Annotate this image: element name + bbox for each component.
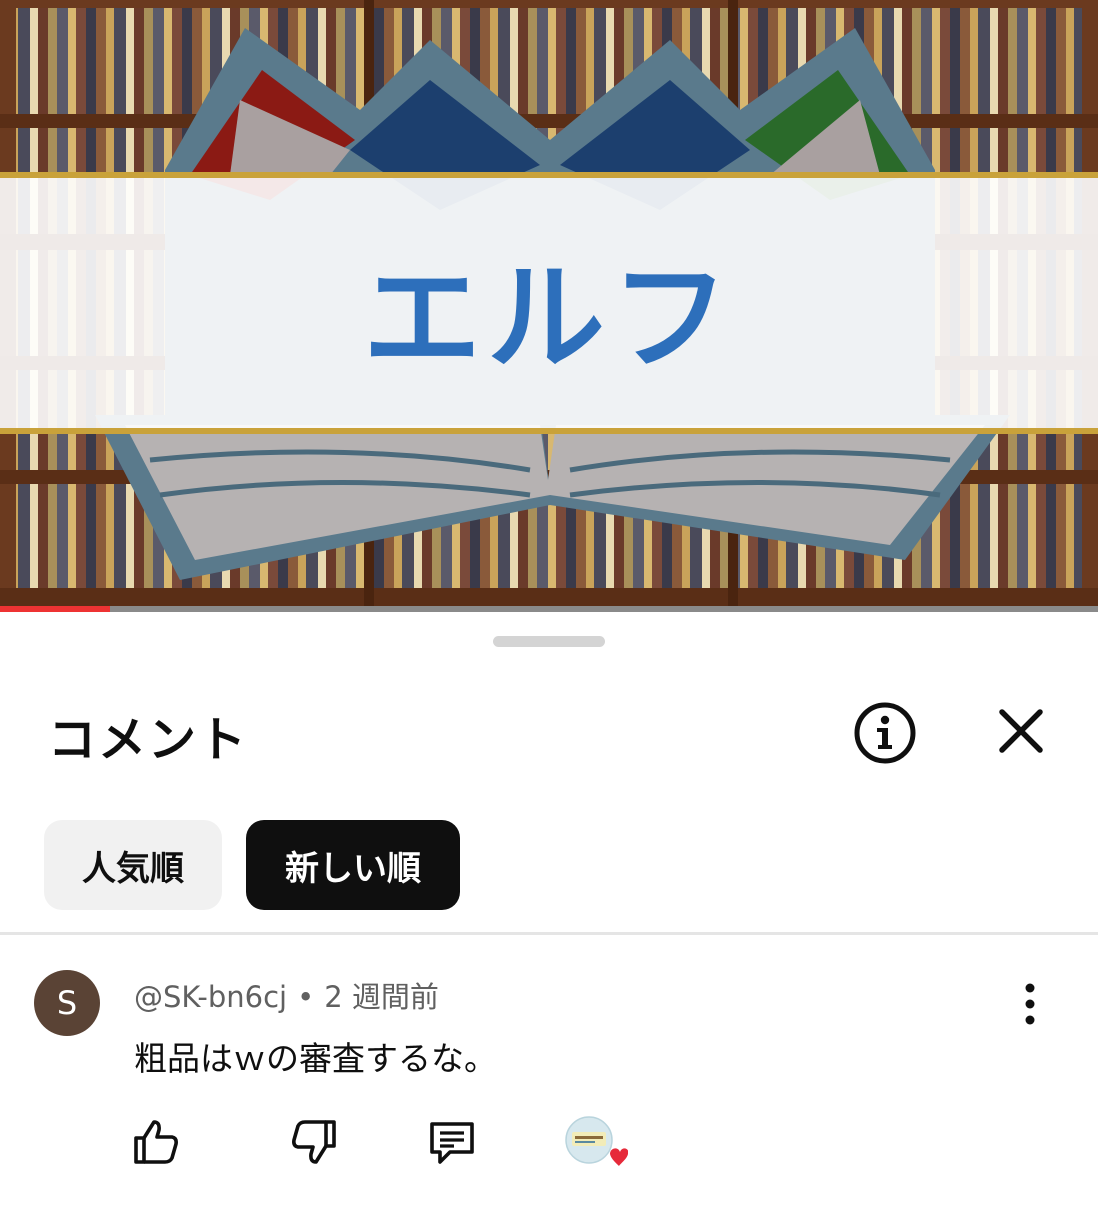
creator-heart-icon xyxy=(565,1116,629,1166)
reply-icon xyxy=(430,1122,474,1164)
comment-meta: @SK-bn6cj • 2 週間前 xyxy=(134,974,439,1016)
info-button[interactable] xyxy=(852,700,918,766)
video-progress-bar[interactable] xyxy=(0,606,1098,612)
title-banner: エルフ xyxy=(0,172,1098,434)
comment-author[interactable]: @SK-bn6cj xyxy=(134,980,287,1014)
more-vert-icon xyxy=(1025,983,1035,1025)
comment-time: 2 週間前 xyxy=(324,980,439,1014)
thumbs-up-icon xyxy=(134,1120,178,1164)
video-player[interactable]: エルフ xyxy=(0,0,1098,612)
like-button[interactable] xyxy=(130,1116,182,1168)
creator-heart-badge[interactable] xyxy=(564,1114,629,1172)
video-progress-fill xyxy=(0,606,110,612)
reply-button[interactable] xyxy=(426,1116,478,1168)
avatar[interactable]: S xyxy=(34,970,100,1036)
comment-more-button[interactable] xyxy=(1012,980,1048,1028)
header-divider xyxy=(0,932,1098,935)
info-icon xyxy=(854,702,916,764)
comments-sheet: コメント 人気順 新しい順 S @SK-bn6cj • 2 週間前 粗品はｗの審査す… xyxy=(0,614,1098,1214)
sheet-drag-handle[interactable] xyxy=(493,636,605,647)
video-overlay-title: エルフ xyxy=(362,248,735,387)
sort-chip-popular[interactable]: 人気順 xyxy=(44,820,222,910)
sort-chip-newest[interactable]: 新しい順 xyxy=(246,820,460,910)
comments-title: コメント xyxy=(48,712,249,768)
thumbs-down-icon xyxy=(292,1120,336,1164)
close-icon xyxy=(999,709,1043,753)
comment-text: 粗品はｗの審査するな。 xyxy=(134,1039,497,1078)
close-button[interactable] xyxy=(992,702,1050,760)
meta-separator: • xyxy=(297,980,315,1014)
dislike-button[interactable] xyxy=(288,1116,340,1168)
